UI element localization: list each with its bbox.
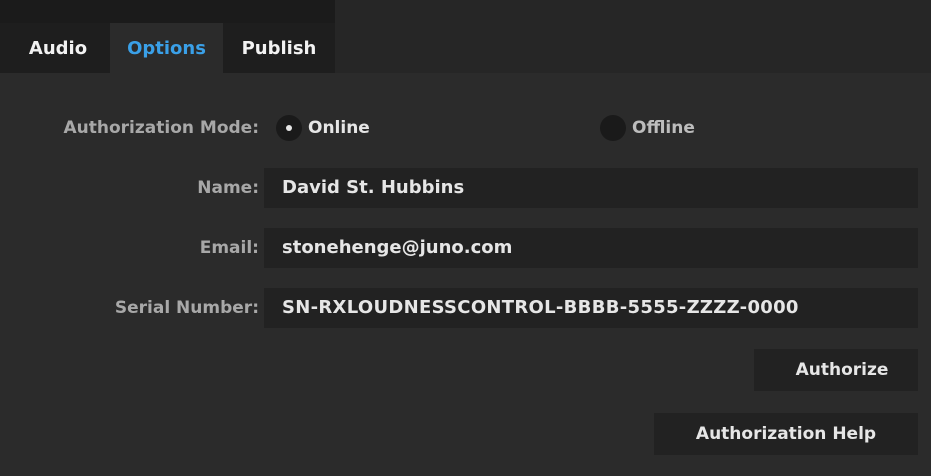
name-field[interactable]: David St. Hubbins [264,168,918,208]
serial-number-field[interactable]: SN-RXLOUDNESSCONTROL-BBBB-5555-ZZZZ-0000 [264,288,918,328]
email-label: Email: [199,238,259,258]
options-content: Authorization Mode: Online Offline Name:… [0,73,931,476]
tab-strip-background [0,0,335,23]
name-label: Name: [197,178,259,198]
tab-bar-filler [335,23,931,73]
serial-number-label: Serial Number: [114,298,259,318]
tab-audio[interactable]: Audio [0,23,110,73]
radio-online-indicator[interactable] [276,115,302,141]
email-field[interactable]: stonehenge@juno.com [264,228,918,268]
radio-offline-indicator[interactable] [600,115,626,141]
authorize-button[interactable]: Authorize [754,349,918,391]
radio-offline[interactable]: Offline [600,109,695,147]
tab-publish[interactable]: Publish [223,23,335,73]
tab-options[interactable]: Options [110,23,223,73]
radio-offline-label: Offline [632,118,695,138]
authorization-help-button[interactable]: Authorization Help [654,413,918,455]
radio-online-label: Online [308,118,370,138]
authorization-panel: Audio Options Publish Authorization Mode… [0,0,935,476]
radio-online[interactable]: Online [276,109,370,147]
tab-bar: Audio Options Publish [0,0,931,73]
authorization-mode-label: Authorization Mode: [63,118,260,138]
